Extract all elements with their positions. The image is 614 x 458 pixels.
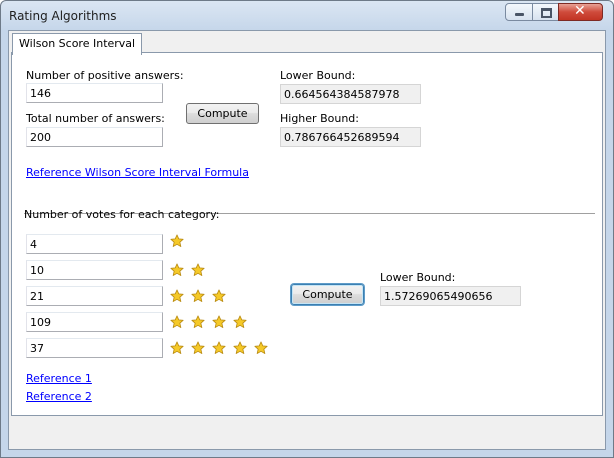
app-window: Rating Algorithms ✕ Wilson Score Interva…: [0, 0, 614, 458]
votes-input-1[interactable]: 4: [26, 234, 163, 254]
wilson-higher-bound-field[interactable]: 0.786766452689594: [280, 127, 421, 147]
wilson-lower-bound-label: Lower Bound:: [280, 69, 356, 82]
star-icon: [191, 341, 205, 354]
maximize-icon: [541, 8, 552, 18]
star-row-5: [170, 341, 275, 357]
reference-2-link[interactable]: Reference 2: [26, 390, 92, 403]
star-icon: [170, 315, 184, 328]
reference-1-link[interactable]: Reference 1: [26, 372, 92, 385]
votes-input-5[interactable]: 37: [26, 338, 163, 358]
reference-wilson-link[interactable]: Reference Wilson Score Interval Formula: [26, 166, 249, 179]
star-icon: [170, 341, 184, 354]
title-bar[interactable]: Rating Algorithms ✕: [1, 1, 613, 31]
maximize-button[interactable]: [532, 3, 559, 21]
rating-lower-bound-label: Lower Bound:: [380, 271, 456, 284]
client-area: Wilson Score Interval Number of positive…: [8, 30, 606, 450]
wilson-higher-bound-label: Higher Bound:: [280, 112, 359, 125]
star-icon: [191, 263, 205, 276]
wilson-compute-button[interactable]: Compute: [186, 103, 259, 124]
star-icon: [212, 315, 226, 328]
star-icon: [170, 289, 184, 302]
close-button[interactable]: ✕: [558, 3, 603, 21]
star-icon: [212, 341, 226, 354]
votes-input-3[interactable]: 21: [26, 286, 163, 306]
window-title: Rating Algorithms: [9, 9, 117, 23]
votes-input-2[interactable]: 10: [26, 260, 163, 280]
minimize-icon: [515, 13, 524, 16]
positive-answers-input[interactable]: 146: [26, 83, 163, 103]
star-icon: [212, 289, 226, 302]
star-icon: [233, 341, 247, 354]
star-icon: [170, 234, 184, 247]
star-icon: [233, 315, 247, 328]
tab-wilson-score-interval[interactable]: Wilson Score Interval: [12, 33, 143, 55]
total-answers-label: Total number of answers:: [26, 112, 165, 125]
star-icon: [191, 289, 205, 302]
votes-input-4[interactable]: 109: [26, 312, 163, 332]
close-icon: ✕: [574, 3, 586, 19]
bottom-strip: [9, 419, 605, 449]
rating-compute-button[interactable]: Compute: [291, 284, 364, 305]
star-row-1: [170, 234, 191, 250]
total-answers-input[interactable]: 200: [26, 127, 163, 147]
rating-lower-bound-field[interactable]: 1.57269065490656: [380, 286, 521, 306]
star-row-4: [170, 315, 254, 331]
star-icon: [170, 263, 184, 276]
star-icon: [254, 341, 268, 354]
star-icon: [191, 315, 205, 328]
minimize-button[interactable]: [505, 3, 533, 21]
star-row-2: [170, 263, 212, 279]
tab-panel: Number of positive answers: 146 Total nu…: [11, 52, 603, 416]
star-row-3: [170, 289, 233, 305]
wilson-lower-bound-field[interactable]: 0.664564384587978: [280, 84, 421, 104]
votes-per-category-label: Number of votes for each category:: [24, 208, 220, 221]
positive-answers-label: Number of positive answers:: [26, 69, 184, 82]
